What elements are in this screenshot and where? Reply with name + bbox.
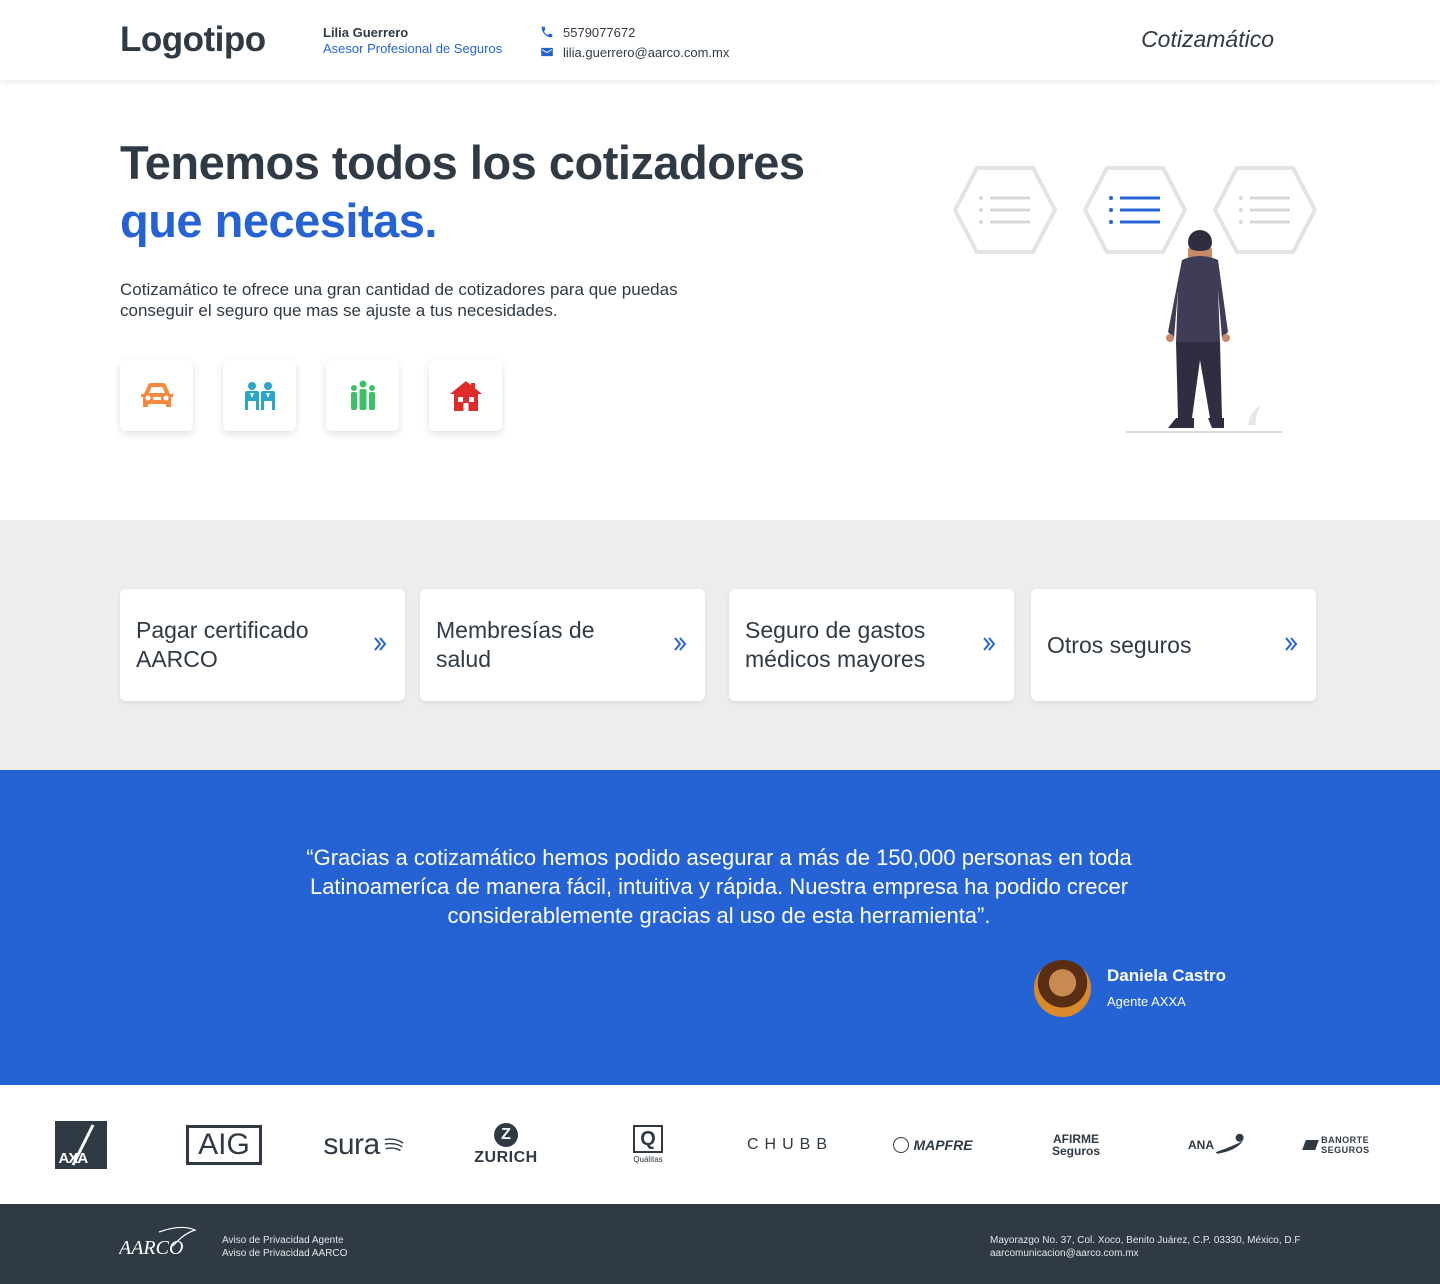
hero-description: Cotizamático te ofrece una gran cantidad… xyxy=(120,280,678,320)
card-label: Pagar certificado AARCO xyxy=(136,617,309,672)
email-row[interactable]: lilia.guerrero@aarco.com.mx xyxy=(540,42,729,62)
aarco-swoosh-icon: AARCO xyxy=(117,1226,197,1259)
agent-info: Lilia Guerrero Asesor Profesional de Seg… xyxy=(323,25,502,57)
insurer-logo-ana: ANA xyxy=(1188,1085,1246,1204)
insurer-logo-chubb: CHUBB xyxy=(738,1085,842,1204)
insurer-logo-afirme: AFIRME Seguros xyxy=(1036,1085,1116,1204)
insurer-name: ANA xyxy=(1188,1137,1214,1152)
agent-role: Asesor Profesional de Seguros xyxy=(323,41,503,56)
privacy-aarco-link[interactable]: Aviso de Privacidad AARCO xyxy=(222,1247,347,1260)
zurich-z-icon: Z xyxy=(494,1122,518,1147)
insurer-logos: AXA AIG sura Z ZURICH Q Quálitas CHUBB M… xyxy=(0,1085,1440,1204)
car-insurance-tile[interactable] xyxy=(120,360,193,431)
phone-number: 5579077672 xyxy=(563,24,636,40)
insurer-logo-zurich: Z ZURICH xyxy=(468,1085,544,1204)
testimonial-section: “Gracias a cotizamático hemos podido ase… xyxy=(0,770,1440,1085)
insurer-name: AFIRME Seguros xyxy=(1051,1131,1100,1158)
avatar xyxy=(1034,960,1091,1017)
quote-type-tiles xyxy=(120,360,502,431)
site-logo[interactable]: Logotipo xyxy=(120,20,266,60)
couple-icon xyxy=(244,381,275,410)
author-role: Agente AXXA xyxy=(1107,993,1186,1009)
testimonial-author: Daniela Castro Agente AXXA xyxy=(1034,960,1226,1017)
address-text: Mayorazgo No. 37, Col. Xoco, Benito Juár… xyxy=(990,1235,1301,1246)
family-insurance-tile[interactable] xyxy=(326,360,399,431)
brand-name[interactable]: Cotizamático xyxy=(1141,26,1274,53)
insurer-logo-aig: AIG xyxy=(186,1085,262,1204)
footer-logo-text: AARCO xyxy=(119,1237,183,1259)
standing-person-figure xyxy=(1126,230,1283,433)
card-otros-seguros[interactable]: Otros seguros xyxy=(1031,589,1316,701)
insurer-logo-qualitas: Q Quálitas xyxy=(628,1085,668,1204)
hero-title-line2: que necesitas. xyxy=(120,194,437,247)
insurer-name: CHUBB xyxy=(746,1135,833,1153)
banorte-icon xyxy=(1302,1139,1319,1150)
card-pagar-certificado[interactable]: Pagar certificado AARCO xyxy=(120,589,405,701)
wing-icon xyxy=(384,1137,404,1151)
insurer-logo-mapfre: MAPFRE xyxy=(888,1085,978,1204)
card-membresias-salud[interactable]: Membresías de salud xyxy=(420,589,705,701)
ana-swoosh-icon xyxy=(1215,1133,1244,1154)
aarco-logo[interactable]: AARCO xyxy=(117,1224,199,1264)
phone-icon xyxy=(541,26,553,38)
double-chevron-right-icon xyxy=(374,637,387,651)
site-header: Logotipo Lilia Guerrero Asesor Profesion… xyxy=(0,0,1440,80)
car-icon xyxy=(140,382,173,407)
insurer-name: MAPFRE xyxy=(913,1136,973,1153)
insurer-name: sura xyxy=(323,1127,380,1161)
quick-links-section: Pagar certificado AARCO Membresías de sa… xyxy=(0,520,1440,770)
agent-contact: 5579077672 lilia.guerrero@aarco.com.mx xyxy=(540,22,729,62)
insurer-name: BANORTE SEGUROS xyxy=(1321,1134,1370,1155)
qualitas-q-icon: Q xyxy=(633,1125,663,1153)
site-footer: AARCO Aviso de Privacidad Agente Aviso d… xyxy=(0,1204,1440,1284)
card-label: Otros seguros xyxy=(1047,631,1192,658)
couple-insurance-tile[interactable] xyxy=(223,360,296,431)
double-chevron-right-icon xyxy=(1285,637,1298,651)
insurer-logo-banorte: BANORTE SEGUROS xyxy=(1302,1085,1414,1204)
insurer-name: AXA xyxy=(58,1149,89,1167)
family-icon xyxy=(350,380,375,410)
home-insurance-tile[interactable] xyxy=(429,360,502,431)
card-label: Membresías de salud xyxy=(436,617,595,672)
privacy-agent-link[interactable]: Aviso de Privacidad Agente xyxy=(222,1234,347,1247)
hero-title-line1: Tenemos todos los cotizadores xyxy=(120,136,805,189)
mapfre-icon xyxy=(893,1136,910,1153)
insurer-name: ZURICH xyxy=(474,1148,538,1166)
agent-name: Lilia Guerrero xyxy=(323,25,409,40)
hexagon-list-icon xyxy=(1212,166,1318,254)
insurer-name: AIG xyxy=(186,1124,262,1165)
hero-title: Tenemos todos los cotizadores que necesi… xyxy=(120,134,805,250)
contact-email-link[interactable]: aarcomunicacion@aarco.com.mx xyxy=(990,1247,1301,1260)
mail-icon xyxy=(541,47,553,57)
hexagon-list-icon-active xyxy=(1082,166,1188,254)
house-icon xyxy=(449,380,482,411)
card-label: Seguro de gastos médicos mayores xyxy=(745,617,926,672)
person-looking-at-options-illustration xyxy=(952,166,1318,433)
insurer-logo-sura: sura xyxy=(318,1085,410,1204)
phone-row[interactable]: 5579077672 xyxy=(540,22,729,42)
double-chevron-right-icon xyxy=(674,637,687,651)
hexagon-list-icon xyxy=(952,166,1058,254)
testimonial-quote: “Gracias a cotizamático hemos podido ase… xyxy=(306,845,1132,928)
double-chevron-right-icon xyxy=(983,637,996,651)
author-name: Daniela Castro xyxy=(1107,965,1227,985)
email-address: lilia.guerrero@aarco.com.mx xyxy=(563,44,730,60)
insurer-logo-axa: AXA xyxy=(54,1085,107,1204)
card-gastos-medicos[interactable]: Seguro de gastos médicos mayores xyxy=(729,589,1014,701)
footer-links: Aviso de Privacidad Agente Aviso de Priv… xyxy=(222,1234,347,1260)
insurer-name: Quálitas xyxy=(633,1155,663,1164)
footer-address: Mayorazgo No. 37, Col. Xoco, Benito Juár… xyxy=(990,1234,1301,1260)
